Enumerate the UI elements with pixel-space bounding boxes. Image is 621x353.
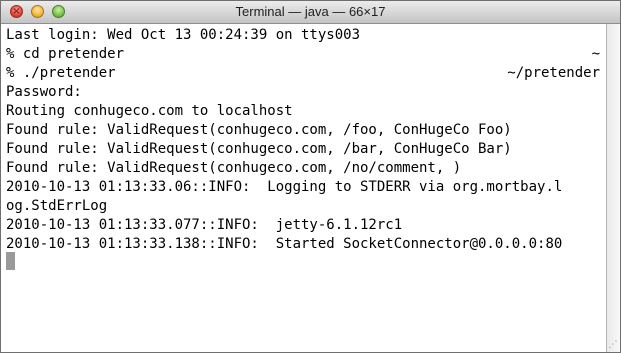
resize-grip-icon[interactable]: ⋰ xyxy=(607,339,619,351)
terminal-line: % cd pretender xyxy=(6,46,125,62)
right-prompt: ~/pretender xyxy=(507,65,600,81)
text-cursor xyxy=(6,252,15,270)
terminal-window: × Terminal — java — 66×17 Last login: We… xyxy=(0,0,621,353)
terminal-line: 2010-10-13 01:13:33.138::INFO: Started S… xyxy=(6,236,563,252)
title-bar[interactable]: × Terminal — java — 66×17 xyxy=(1,1,620,24)
right-prompt: ~ xyxy=(591,46,600,62)
window-title: Terminal — java — 66×17 xyxy=(235,4,386,19)
terminal-output[interactable]: Last login: Wed Oct 13 00:24:39 on ttys0… xyxy=(1,24,606,352)
terminal-line: 2010-10-13 01:13:33.077::INFO: jetty-6.1… xyxy=(6,217,403,233)
terminal-line: % ./pretender xyxy=(6,65,116,81)
terminal-line: Found rule: ValidRequest(conhugeco.com, … xyxy=(6,160,462,176)
vertical-scrollbar[interactable]: ⋰ xyxy=(606,24,620,352)
terminal-line: Last login: Wed Oct 13 00:24:39 on ttys0… xyxy=(6,27,361,43)
terminal-line: Routing conhugeco.com to localhost xyxy=(6,103,293,119)
terminal-line: Found rule: ValidRequest(conhugeco.com, … xyxy=(6,122,512,138)
terminal-line: 2010-10-13 01:13:33.06::INFO: Logging to… xyxy=(6,179,563,195)
terminal-line: Password: xyxy=(6,84,82,100)
terminal-line: Found rule: ValidRequest(conhugeco.com, … xyxy=(6,141,512,157)
terminal-line: og.StdErrLog xyxy=(6,198,108,214)
